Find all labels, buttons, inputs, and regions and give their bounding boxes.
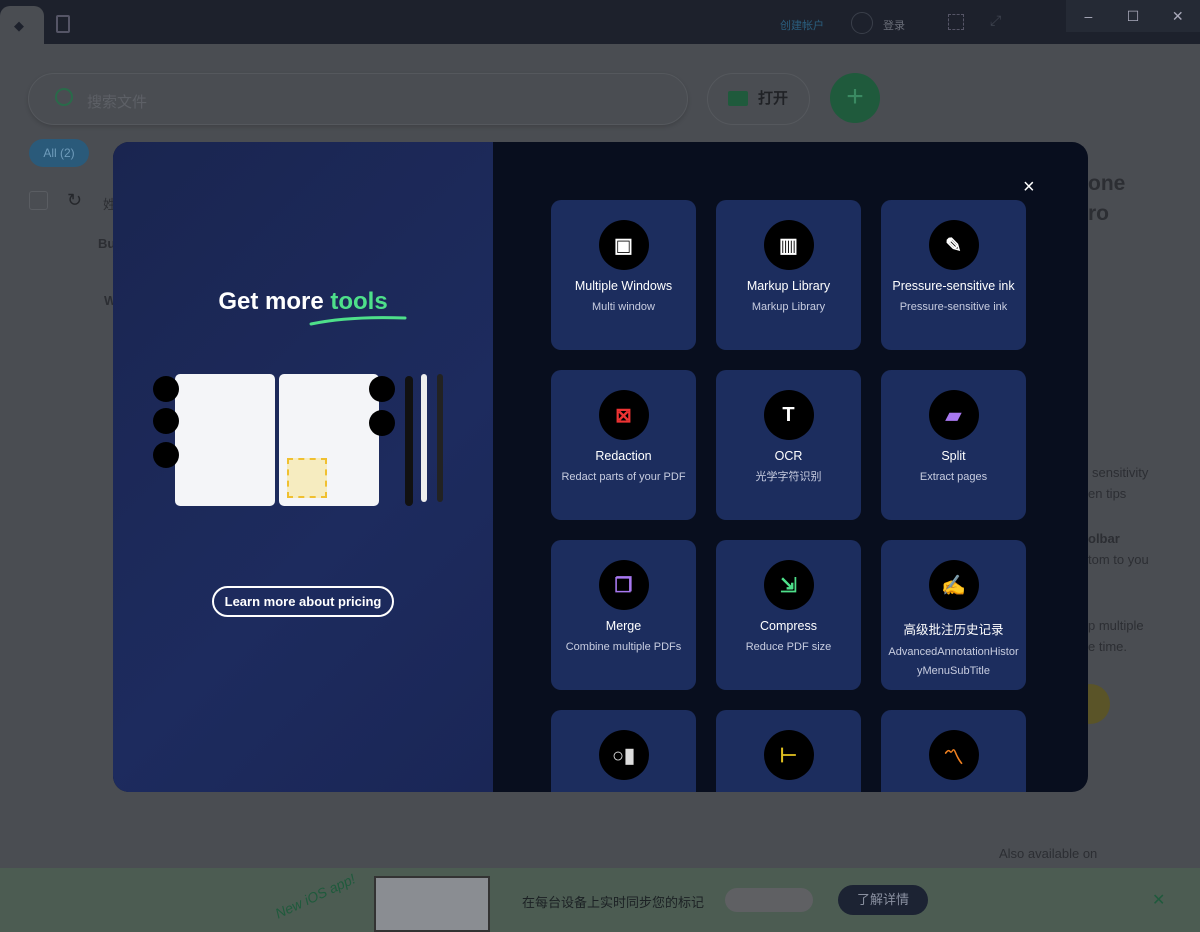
- ios-app-banner: New iOS app! 在每台设备上实时同步您的标记 了解详情 ✕: [0, 868, 1200, 932]
- title-highlight: tools: [330, 288, 388, 315]
- tool-subtitle: Markup Library: [751, 301, 826, 313]
- tool-title: Pressure-sensitive ink: [892, 279, 1015, 293]
- tool-title: Markup Library: [746, 279, 831, 293]
- open-button[interactable]: 打开: [707, 73, 810, 125]
- tool-title: Multiple Windows: [574, 279, 673, 293]
- learn-pricing-button[interactable]: Learn more about pricing: [212, 586, 394, 617]
- refresh-icon[interactable]: ↻: [67, 190, 82, 211]
- eraser-divider-icon: ○▮: [598, 730, 649, 780]
- avatar-icon[interactable]: [851, 12, 873, 34]
- tool-subtitle: Reduce PDF size: [745, 641, 832, 653]
- learn-more-button[interactable]: 了解详情: [838, 885, 928, 915]
- tool-title: OCR: [774, 449, 803, 463]
- merge-icon: ❐: [598, 560, 649, 610]
- tool-title: Merge: [605, 619, 642, 633]
- library-books-icon: ▥: [763, 220, 814, 270]
- tool-subtitle: Pressure-sensitive ink: [899, 301, 1008, 313]
- tool-card[interactable]: ▰ Split Extract pages: [881, 370, 1026, 520]
- new-document-tab-icon[interactable]: [56, 15, 70, 33]
- close-window-button[interactable]: ✕: [1155, 0, 1200, 32]
- platform-icons: [725, 888, 813, 912]
- minimize-button[interactable]: –: [1066, 0, 1111, 32]
- select-all-checkbox[interactable]: [29, 191, 48, 210]
- promo-text: sensitivity: [1092, 465, 1149, 480]
- window-controls: – ☐ ✕: [1066, 0, 1200, 32]
- pen-icon: ✎: [928, 220, 979, 270]
- login-link[interactable]: 登录: [883, 17, 905, 33]
- search-placeholder: 搜索文件: [87, 94, 148, 111]
- upgrade-tools-modal: Get more tools Learn more about pricing …: [113, 142, 1088, 792]
- tool-subtitle: Extract pages: [919, 471, 988, 483]
- tool-card[interactable]: ○▮: [551, 710, 696, 792]
- tool-subtitle: Combine multiple PDFs: [565, 641, 682, 653]
- window-plus-icon: ▣: [598, 220, 649, 270]
- promo-title: one: [1088, 172, 1126, 195]
- search-input[interactable]: 搜索文件: [28, 73, 688, 125]
- annotation-history-icon: ✍: [928, 560, 979, 610]
- tool-card[interactable]: ✎ Pressure-sensitive ink Pressure-sensitiv…: [881, 200, 1026, 350]
- modal-close-button[interactable]: ×: [1023, 176, 1035, 199]
- banner-message: 在每台设备上实时同步您的标记: [522, 895, 705, 910]
- chart-ruler-icon: 〽: [928, 730, 979, 780]
- tool-subtitle: Multi window: [592, 301, 655, 313]
- tool-card[interactable]: ⇲ Compress Reduce PDF size: [716, 540, 861, 690]
- tool-card[interactable]: ▥ Markup Library Markup Library: [716, 200, 861, 350]
- also-available-label: Also available on: [999, 846, 1098, 861]
- tool-card[interactable]: ❐ Merge Combine multiple PDFs: [551, 540, 696, 690]
- title-bar: ◆ 创建帐户 登录 ⤢ – ☐ ✕: [0, 0, 1200, 44]
- title-prefix: Get more: [218, 288, 331, 315]
- promo-text: tom to you: [1088, 552, 1149, 567]
- compress-icon: ⇲: [763, 560, 814, 610]
- promo-text: en tips: [1088, 486, 1127, 501]
- open-label: 打开: [758, 90, 789, 107]
- redact-icon: ⊠: [598, 390, 649, 440]
- tool-card[interactable]: ⊠ Redaction Redact parts of your PDF: [551, 370, 696, 520]
- tool-title: Redaction: [595, 449, 652, 463]
- tool-subtitle: 光学字符识别: [755, 471, 822, 483]
- filter-chip-all[interactable]: All (2): [29, 139, 89, 167]
- maximize-button[interactable]: ☐: [1111, 0, 1156, 32]
- devices-image: [374, 876, 490, 932]
- fullscreen-icon[interactable]: ⤢: [990, 12, 1001, 29]
- title-underline: [309, 316, 407, 326]
- promo-panel: Get more tools Learn more about pricing: [113, 142, 493, 792]
- search-icon: [55, 88, 73, 106]
- tool-card[interactable]: T OCR 光学字符识别: [716, 370, 861, 520]
- app-logo-icon: ◆: [14, 18, 24, 33]
- new-ios-handwritten: New iOS app!: [272, 870, 358, 922]
- promo-title: ro: [1088, 202, 1109, 225]
- share-icon[interactable]: [948, 14, 964, 30]
- ruler-measure-icon: ⊢: [763, 730, 814, 780]
- modal-title: Get more tools: [113, 288, 493, 316]
- tool-card[interactable]: ✍ 高级批注历史记录 AdvancedAnnotationHistoryMenuSu…: [881, 540, 1026, 690]
- tool-title: Split: [941, 449, 966, 463]
- promo-text: olbar: [1088, 531, 1120, 546]
- tool-subtitle: AdvancedAnnotationHistoryMenuSubTitle: [888, 646, 1019, 677]
- tool-title: Compress: [760, 619, 817, 633]
- create-account-link[interactable]: 创建帐户: [780, 17, 824, 33]
- tool-subtitle: Redact parts of your PDF: [561, 471, 686, 483]
- promo-text: e time.: [1088, 639, 1128, 654]
- banner-close-icon[interactable]: ✕: [1152, 890, 1165, 910]
- home-tab[interactable]: ◆: [0, 6, 44, 44]
- tool-card[interactable]: 〽: [881, 710, 1026, 792]
- add-button[interactable]: +: [830, 73, 880, 123]
- feature-illustration: [153, 374, 453, 510]
- split-icon: ▰: [928, 390, 979, 440]
- tool-card[interactable]: ⊢: [716, 710, 861, 792]
- folder-icon: [728, 91, 748, 106]
- tool-title: 高级批注历史记录: [903, 623, 1004, 637]
- ocr-text-icon: T: [763, 390, 814, 440]
- tool-card[interactable]: ▣ Multiple Windows Multi window: [551, 200, 696, 350]
- promo-text: p multiple: [1088, 618, 1144, 633]
